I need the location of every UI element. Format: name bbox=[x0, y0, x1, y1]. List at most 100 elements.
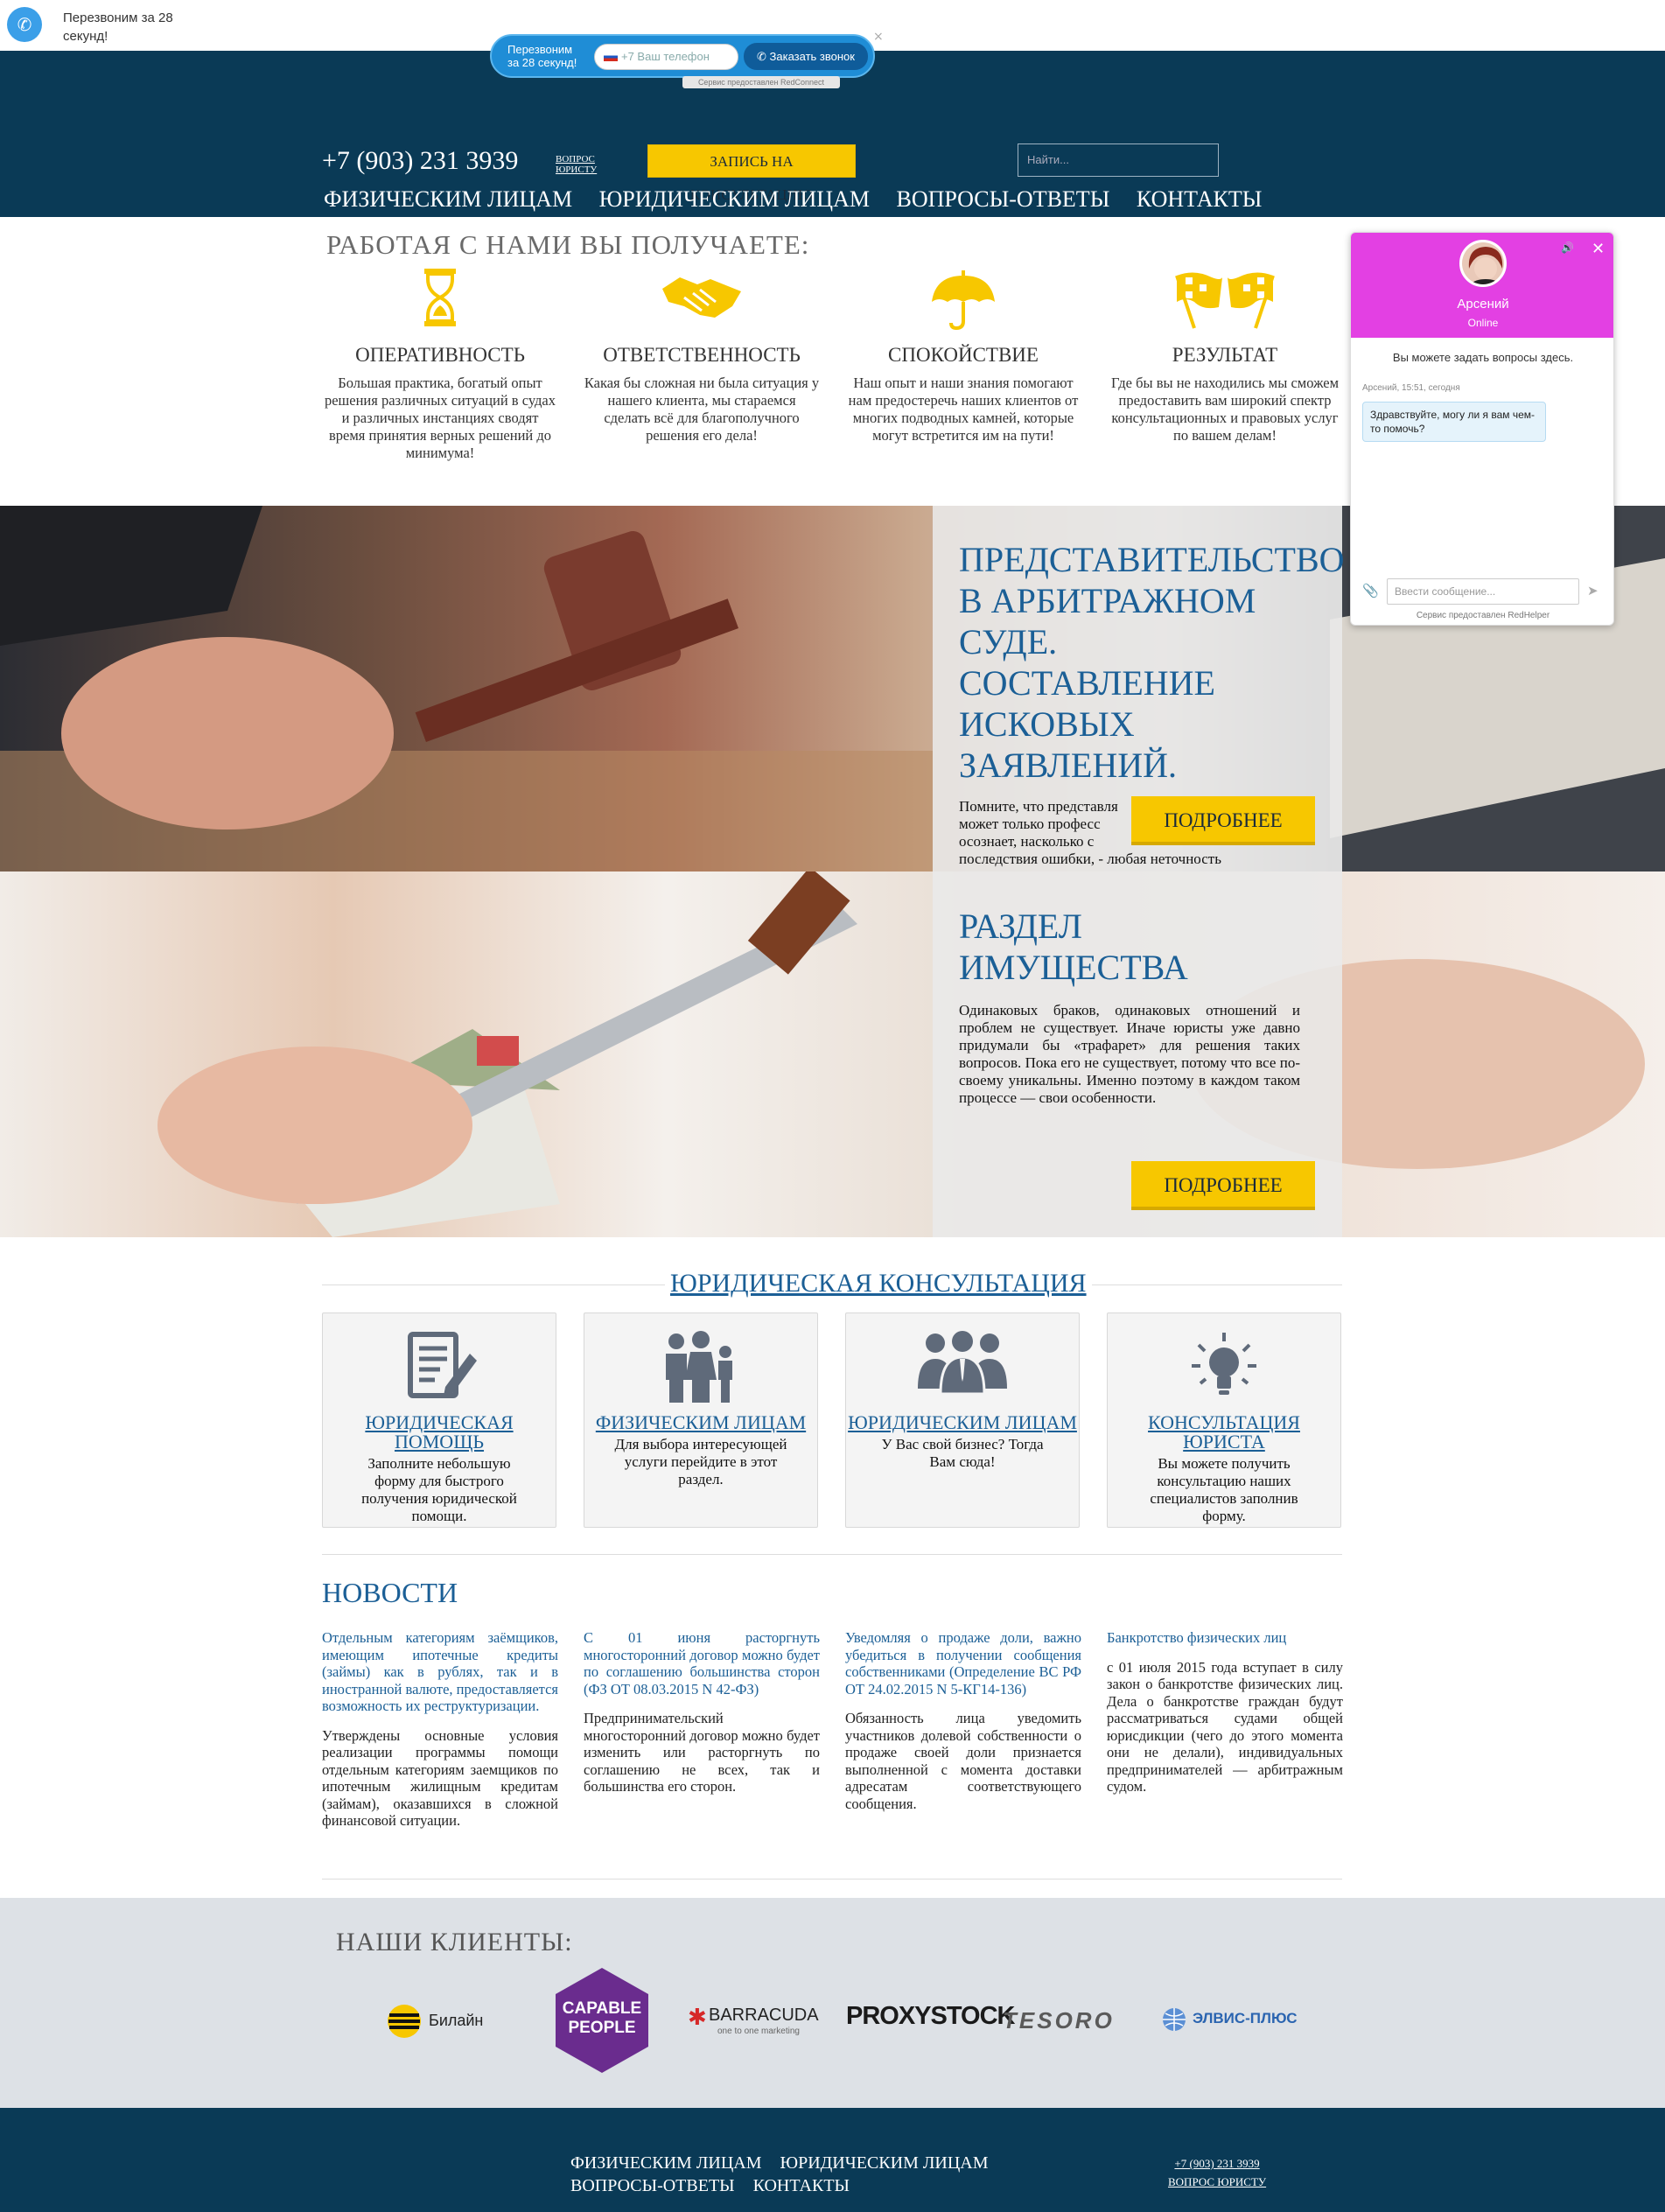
news-body: Предпринимательский многосторонний догов… bbox=[584, 1710, 820, 1795]
beeline-icon bbox=[388, 2005, 421, 2038]
hero-title-line: ИМУЩЕСТВА bbox=[959, 948, 1188, 987]
chat-input[interactable]: Ввести сообщение... bbox=[1387, 578, 1579, 605]
card-title[interactable]: ЮРИДИЧЕСКИМ ЛИЦАМ bbox=[846, 1413, 1079, 1432]
card-individuals[interactable]: ФИЗИЧЕСКИМ ЛИЦАМ Для выбора интересующей… bbox=[584, 1312, 818, 1528]
benefit-title: ОТВЕТСТВЕННОСТЬ bbox=[603, 344, 801, 366]
footer-nav-individuals[interactable]: ФИЗИЧЕСКИМ ЛИЦАМ bbox=[570, 2153, 762, 2173]
hero-title-line: РАЗДЕЛ bbox=[959, 906, 1082, 946]
chat-message: Здравствуйте, могу ли я вам чем-то помоч… bbox=[1362, 402, 1546, 442]
attach-icon[interactable]: 📎 bbox=[1362, 583, 1379, 598]
redhelper-service-label: Сервис предоставлен RedHelper bbox=[1416, 611, 1550, 620]
footer-nav-legal-entities[interactable]: ЮРИДИЧЕСКИМ ЛИЦАМ bbox=[780, 2153, 989, 2173]
search-input[interactable]: Найти... bbox=[1018, 144, 1219, 177]
card-lawyer-consultation[interactable]: КОНСУЛЬТАЦИЯ ЮРИСТА Вы можете получить к… bbox=[1107, 1312, 1341, 1528]
news-item: Уведомляя о продаже доли, важно убедитьс… bbox=[845, 1629, 1081, 1812]
handshake-icon bbox=[584, 267, 820, 337]
russia-flag-icon bbox=[604, 52, 618, 61]
news-body: Обязанность лица уведомить участников до… bbox=[845, 1710, 1081, 1812]
nav-legal-entities[interactable]: ЮРИДИЧЕСКИМ ЛИЦАМ bbox=[599, 186, 870, 212]
capable-people-logo[interactable]: CAPABLE PEOPLE bbox=[554, 1966, 650, 2075]
more-button-property[interactable]: ПОДРОБНЕЕ bbox=[1131, 1161, 1315, 1210]
sound-icon[interactable]: 🔊 bbox=[1561, 242, 1574, 254]
hero-title-line: В АРБИТРАЖНОМ bbox=[959, 581, 1256, 620]
nav-contacts[interactable]: КОНТАКТЫ bbox=[1137, 186, 1263, 212]
capable-people-label: CAPABLE PEOPLE bbox=[562, 1999, 642, 2037]
phone-input-placeholder: +7 Ваш телефон bbox=[621, 50, 710, 63]
news-headline[interactable]: Уведомляя о продаже доли, важно убедитьс… bbox=[845, 1629, 1081, 1698]
footer-contacts: +7 (903) 231 3939 ВОПРОС ЮРИСТУ bbox=[1168, 2154, 1266, 2191]
document-pen-icon bbox=[323, 1327, 556, 1415]
benefit-responsibility: ОТВЕТСТВЕННОСТЬ Какая бы сложная ни была… bbox=[584, 267, 820, 444]
redconnect-widget: Перезвоним за 28 секунд! +7 Ваш телефон … bbox=[490, 34, 875, 78]
chat-info: Вы можете задать вопросы здесь. bbox=[1392, 351, 1574, 364]
news-body: Утверждены основные условия реализации п… bbox=[322, 1726, 558, 1830]
phone-icon[interactable]: ✆ bbox=[7, 7, 42, 42]
card-title[interactable]: КОНСУЛЬТАЦИЯ ЮРИСТА bbox=[1108, 1413, 1340, 1452]
hero-title-line: ЗАЯВЛЕНИЙ. bbox=[959, 746, 1177, 785]
benefit-result: РЕЗУЛЬТАТ Где бы вы не находились мы смо… bbox=[1107, 267, 1343, 444]
divider bbox=[322, 1879, 1342, 1880]
card-legal-help[interactable]: ЮРИДИЧЕСКАЯ ПОМОЩЬ Заполните небольшую ф… bbox=[322, 1312, 556, 1528]
fish-icon: ✱ bbox=[688, 2004, 707, 2030]
message-meta: Арсений, 15:51, сегодня bbox=[1362, 383, 1460, 393]
card-text: Заполните небольшую форму для быстрого п… bbox=[361, 1455, 517, 1524]
card-title[interactable]: ФИЗИЧЕСКИМ ЛИЦАМ bbox=[584, 1413, 817, 1432]
umbrella-icon bbox=[845, 267, 1081, 337]
news-headline[interactable]: Отдельным категориям заёмщиков, имеющим … bbox=[322, 1629, 558, 1715]
benefit-text: Наш опыт и наши знания помогают нам пред… bbox=[848, 374, 1079, 444]
chat-close-icon[interactable]: ✕ bbox=[1592, 240, 1605, 258]
beeline-logo[interactable]: Билайн bbox=[387, 2004, 518, 2039]
benefits-title: РАБОТАЯ С НАМИ ВЫ ПОЛУЧАЕТЕ: bbox=[326, 229, 810, 260]
benefit-text: Где бы вы не находились мы сможем предос… bbox=[1110, 374, 1340, 444]
nav-faq[interactable]: ВОПРОСЫ-ОТВЕТЫ bbox=[896, 186, 1109, 212]
footer-question-link[interactable]: ВОПРОС ЮРИСТУ bbox=[1168, 2173, 1266, 2191]
clients-section bbox=[0, 1898, 1665, 2108]
footer-phone[interactable]: +7 (903) 231 3939 bbox=[1168, 2154, 1266, 2173]
hero-property-title: РАЗДЕЛ ИМУЩЕСТВА bbox=[959, 906, 1188, 988]
nav-individuals[interactable]: ФИЗИЧЕСКИМ ЛИЦАМ bbox=[324, 186, 572, 212]
agent-name: Арсений bbox=[1457, 297, 1509, 312]
consultation-title[interactable]: ЮРИДИЧЕСКАЯ КОНСУЛЬТАЦИЯ bbox=[665, 1269, 1092, 1298]
redconnect-close-icon[interactable]: × bbox=[873, 30, 884, 44]
hero-title-line: ПРЕДСТАВИТЕЛЬСТВО bbox=[959, 540, 1345, 579]
lightbulb-icon bbox=[1108, 1327, 1340, 1415]
barracuda-label: BARRACUDA bbox=[709, 2006, 819, 2025]
globe-icon bbox=[1163, 2008, 1186, 2031]
send-icon[interactable]: ➤ bbox=[1587, 583, 1599, 598]
beeline-label: Билайн bbox=[429, 2012, 484, 2029]
news-headline[interactable]: Банкротство физических лиц bbox=[1107, 1629, 1343, 1647]
barracuda-logo[interactable]: ✱ BARRACUDA one to one marketing bbox=[688, 2004, 828, 2042]
benefit-speed: ОПЕРАТИВНОСТЬ Большая практика, богатый … bbox=[322, 267, 558, 462]
business-people-icon bbox=[846, 1327, 1079, 1415]
tesoro-logo[interactable]: TESORO bbox=[1003, 2007, 1115, 2034]
header-phone[interactable]: +7 (903) 231 3939 bbox=[322, 146, 518, 176]
order-call-label: Заказать звонок bbox=[769, 50, 855, 63]
consultation-signup-button[interactable]: ЗАПИСЬ НА КОНСУЛЬТАЦИЮ bbox=[647, 144, 856, 203]
benefit-calm: СПОКОЙСТВИЕ Наш опыт и наши знания помог… bbox=[845, 267, 1081, 444]
card-legal-entities[interactable]: ЮРИДИЧЕСКИМ ЛИЦАМ У Вас свой бизнес? Тог… bbox=[845, 1312, 1080, 1528]
knife-house-image bbox=[157, 872, 1645, 1237]
question-lawyer-link[interactable]: ВОПРОС ЮРИСТУ bbox=[556, 154, 608, 175]
news-item: Отдельным категориям заёмщиков, имеющим … bbox=[322, 1629, 558, 1830]
order-call-button[interactable]: ✆ Заказать звонок bbox=[744, 43, 868, 70]
card-title[interactable]: ЮРИДИЧЕСКАЯ ПОМОЩЬ bbox=[323, 1413, 556, 1452]
card-text: У Вас свой бизнес? Тогда Вам сюда! bbox=[881, 1436, 1044, 1470]
more-button-arbitration[interactable]: ПОДРОБНЕЕ bbox=[1131, 796, 1315, 845]
news-headline[interactable]: С 01 июня расторгнуть многосторонний дог… bbox=[584, 1629, 820, 1698]
agent-avatar bbox=[1459, 240, 1507, 287]
barracuda-tagline: one to one marketing bbox=[717, 2026, 800, 2036]
benefit-text: Какая бы сложная ни была ситуация у наше… bbox=[584, 374, 820, 444]
news-title: НОВОСТИ bbox=[322, 1577, 458, 1608]
news-body: с 01 июля 2015 года вступает в силу зако… bbox=[1107, 1658, 1343, 1796]
chat-header: 🔊 ✕ Арсений Online bbox=[1351, 233, 1613, 338]
footer-nav-contacts[interactable]: КОНТАКТЫ bbox=[753, 2176, 850, 2195]
hero-title-line: СОСТАВЛЕНИЕ bbox=[959, 663, 1215, 703]
footer-nav: ФИЗИЧЕСКИМ ЛИЦАМ ЮРИДИЧЕСКИМ ЛИЦАМ ВОПРО… bbox=[570, 2152, 1003, 2197]
proxystock-logo[interactable]: PROXYSTOCK bbox=[846, 2002, 1016, 2031]
elvis-plus-logo[interactable]: ЭЛВИС-ПЛЮС bbox=[1161, 2005, 1301, 2036]
phone-input[interactable]: +7 Ваш телефон bbox=[594, 44, 738, 70]
main-nav: ФИЗИЧЕСКИМ ЛИЦАМ ЮРИДИЧЕСКИМ ЛИЦАМ ВОПРО… bbox=[324, 186, 1283, 213]
footer-nav-faq[interactable]: ВОПРОСЫ-ОТВЕТЫ bbox=[570, 2176, 735, 2195]
divider bbox=[322, 1554, 1342, 1555]
card-text: Вы можете получить консультацию наших сп… bbox=[1150, 1455, 1298, 1524]
